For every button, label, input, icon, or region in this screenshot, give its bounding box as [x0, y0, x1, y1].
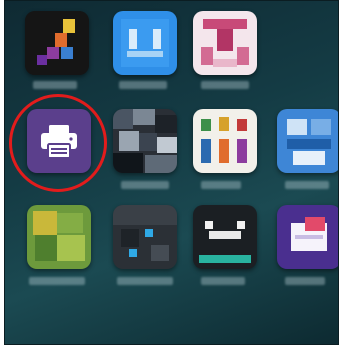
app-label: [117, 277, 173, 285]
mosaic-app-icon[interactable]: [25, 11, 89, 75]
app-label: [285, 277, 325, 285]
app-label: [201, 277, 245, 285]
dark-face-icon[interactable]: [193, 205, 257, 269]
dark-blocks-icon[interactable]: [113, 205, 177, 269]
app-label: [285, 181, 329, 189]
highlight-circle: [9, 94, 107, 192]
app-label: [33, 81, 77, 89]
colorful-grid-icon[interactable]: [193, 109, 257, 173]
home-screen: [4, 0, 339, 345]
app-label: [121, 181, 169, 189]
blue-disk-icon[interactable]: [277, 109, 338, 173]
app-label: [119, 81, 167, 89]
dark-mosaic-icon[interactable]: [113, 109, 177, 173]
app-label: [201, 181, 241, 189]
app-label: [29, 277, 85, 285]
app-label: [201, 81, 249, 89]
pink-logo-icon[interactable]: [193, 11, 257, 75]
blue-tiles-icon[interactable]: [113, 11, 177, 75]
green-tile-icon[interactable]: [27, 205, 91, 269]
purple-envelope-icon[interactable]: [277, 205, 338, 269]
